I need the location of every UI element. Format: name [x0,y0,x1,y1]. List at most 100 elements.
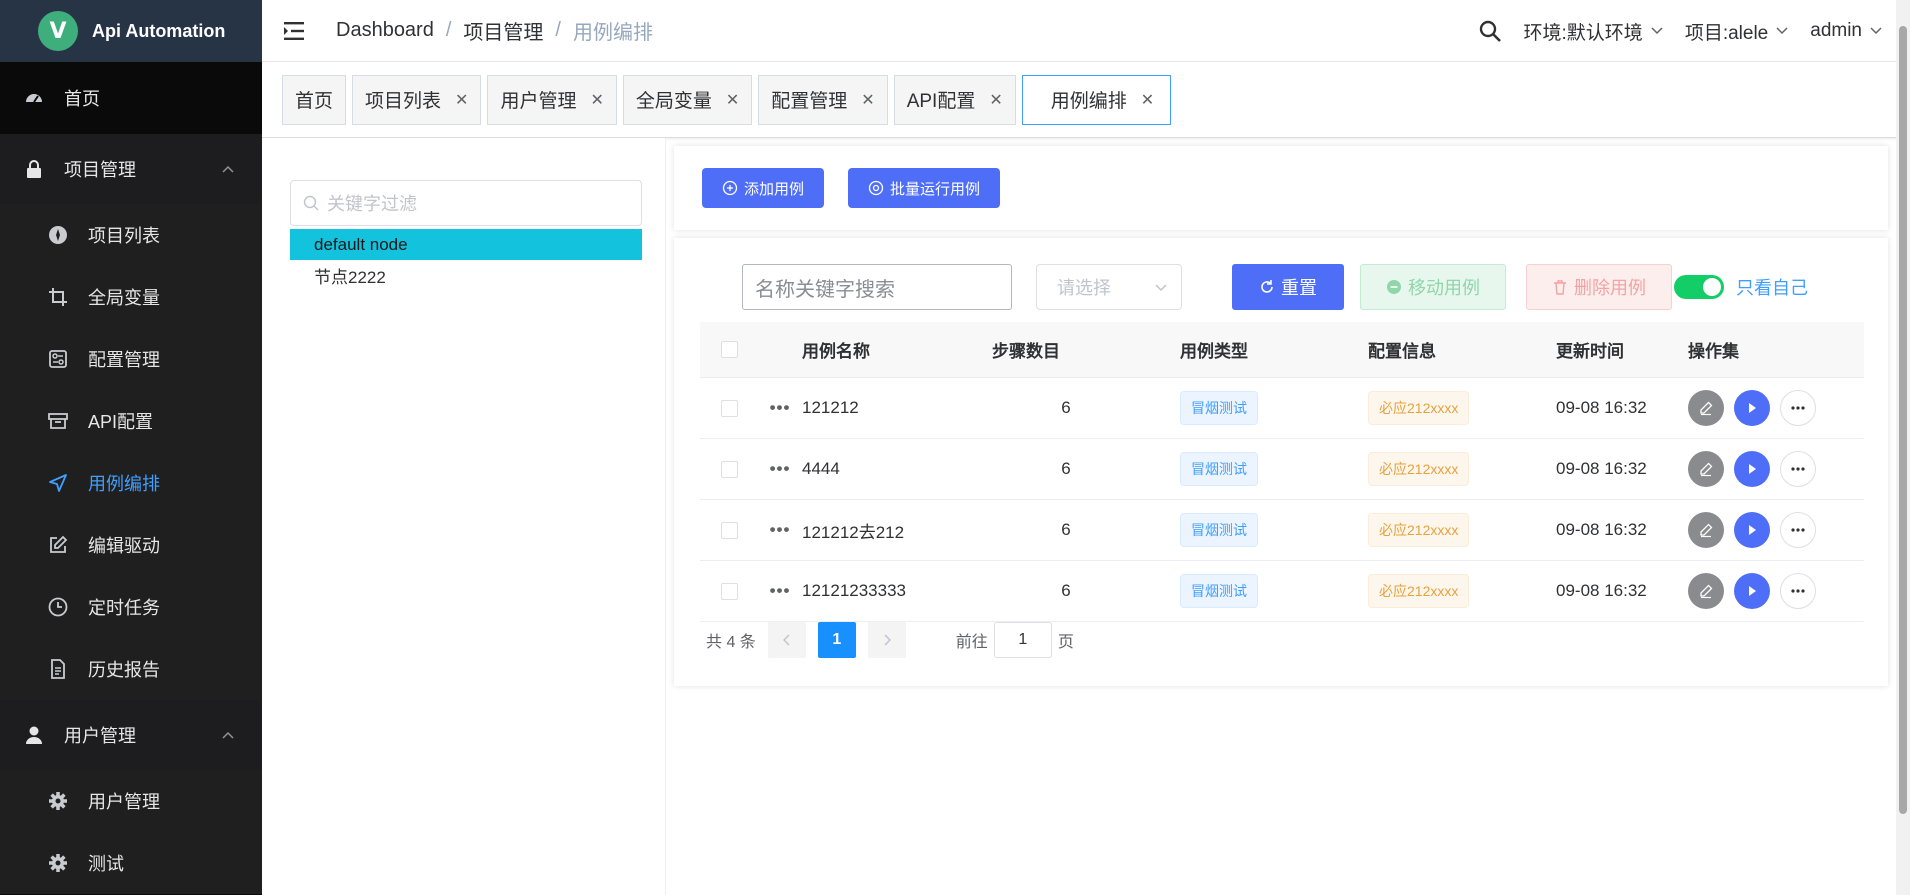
table-row: ••• 12121233333 6 冒烟测试 必应212xxxx 09-08 1… [700,561,1864,622]
row-checkbox[interactable] [720,521,738,539]
edit-button[interactable] [1688,451,1724,487]
select-all-checkbox[interactable] [720,341,738,358]
tag-home[interactable]: 首页 [282,74,347,125]
cell-ops [1688,451,1864,487]
run-button[interactable] [1734,573,1770,609]
sidebar-item-home[interactable]: 首页 [0,62,262,134]
sidebar-item-global-vars[interactable]: 全局变量 [0,266,262,328]
tree-filter-input[interactable]: 关键字过滤 [290,180,642,226]
row-checkbox[interactable] [720,460,738,478]
breadcrumb-dashboard[interactable]: Dashboard [336,19,434,42]
chevron-up-icon [222,165,234,173]
batch-run-button[interactable]: 批量运行用例 [848,168,1001,208]
page-number-current[interactable]: 1 [817,622,856,658]
run-button[interactable] [1734,390,1770,426]
chevron-left-icon [782,634,790,646]
pencil-icon [1700,401,1713,416]
user-dropdown[interactable]: admin [1810,20,1882,42]
sidebar-item-label: 首页 [64,89,100,109]
tag-user-manage[interactable]: 用户管理 ✕ [487,74,617,125]
reset-button[interactable]: 重置 [1232,264,1344,310]
more-button[interactable] [1780,573,1816,609]
prev-page-button[interactable] [767,622,806,658]
case-type-tag: 冒烟测试 [1180,452,1258,486]
only-mine-switch[interactable] [1674,275,1724,299]
logo-icon: V [38,11,78,51]
row-checkbox[interactable] [720,399,738,417]
edit-icon [48,535,68,555]
cell-steps: 6 [1061,581,1071,600]
sidebar-item-case-orchestration[interactable]: 用例编排 [0,452,262,514]
sidebar-item-api-config[interactable]: API配置 [0,390,262,452]
run-button[interactable] [1734,512,1770,548]
edit-button[interactable] [1688,390,1724,426]
type-select[interactable]: 请选择 [1036,264,1182,310]
sidebar-item-edit-driver[interactable]: 编辑驱动 [0,514,262,576]
sidebar-group-user[interactable]: 用户管理 [0,700,262,770]
name-search-input[interactable]: 名称关键字搜索 [742,264,1012,310]
more-icon [1791,528,1805,532]
hamburger-icon[interactable] [284,20,308,42]
sidebar-item-test[interactable]: 测试 [0,832,262,894]
sidebar-item-config-manage[interactable]: 配置管理 [0,328,262,390]
refresh-icon [1261,280,1273,293]
only-mine-label[interactable]: 只看自己 [1736,274,1808,300]
more-button[interactable] [1780,512,1816,548]
scrollbar-thumb[interactable] [1899,26,1907,814]
close-icon[interactable]: ✕ [1141,90,1154,110]
delete-case-button[interactable]: 删除用例 [1526,264,1672,310]
tag-project-list[interactable]: 项目列表 ✕ [352,74,482,125]
more-button[interactable] [1780,451,1816,487]
add-case-button[interactable]: 添加用例 [702,168,825,208]
config-tag: 必应212xxxx [1368,574,1470,608]
move-case-button[interactable]: 移动用例 [1360,264,1506,310]
sidebar-item-history-reports[interactable]: 历史报告 [0,638,262,700]
row-checkbox-cell [700,460,758,478]
run-button[interactable] [1734,451,1770,487]
type-select-placeholder: 请选择 [1057,278,1111,298]
more-icon [1791,589,1805,593]
table-row: ••• 121212 6 冒烟测试 必应212xxxx 09-08 16:32 [700,378,1864,439]
tag-case-orchestration[interactable]: 用例编排 ✕ [1021,74,1172,125]
search-icon[interactable] [1478,19,1502,43]
close-icon[interactable]: ✕ [590,90,603,110]
sidebar-item-scheduled-tasks[interactable]: 定时任务 [0,576,262,638]
cell-type: 冒烟测试 [1180,513,1368,547]
env-dropdown[interactable]: 环境:默认环境 [1524,18,1663,45]
tag-api-config[interactable]: API配置 ✕ [893,74,1016,125]
tag-label: 全局变量 [635,91,712,112]
clock-icon [48,597,68,617]
document-icon [48,659,68,679]
sidebar-item-project-list[interactable]: 项目列表 [0,204,262,266]
goto-prefix: 前往 [955,634,988,651]
edit-button[interactable] [1688,573,1724,609]
page-scrollbar[interactable] [1896,0,1910,895]
tag-config-manage[interactable]: 配置管理 ✕ [758,74,888,125]
tree-node-default[interactable]: default node [290,229,642,260]
row-checkbox[interactable] [720,582,738,600]
tree-panel: 关键字过滤 default node 节点2222 [262,138,666,895]
breadcrumb-separator: / [555,19,561,41]
next-page-button[interactable] [867,622,906,658]
tree-node-2222[interactable]: 节点2222 [290,260,642,291]
drag-handle-icon[interactable]: ••• [758,398,802,418]
drag-handle-icon[interactable]: ••• [758,520,802,540]
dashboard-icon [24,88,44,108]
cell-type: 冒烟测试 [1180,574,1368,608]
close-icon[interactable]: ✕ [726,90,739,110]
logo-text: Api Automation [92,20,226,41]
sidebar-group-project[interactable]: 项目管理 [0,134,262,204]
tag-global-vars[interactable]: 全局变量 ✕ [622,74,753,125]
goto-page-input[interactable]: 1 [993,622,1052,658]
breadcrumb-project-manage[interactable]: 项目管理 [463,16,543,45]
close-icon[interactable]: ✕ [455,90,468,110]
close-icon[interactable]: ✕ [989,90,1002,110]
close-icon[interactable]: ✕ [861,90,874,110]
logo-bar[interactable]: V Api Automation [0,0,262,62]
drag-handle-icon[interactable]: ••• [758,459,802,479]
project-dropdown[interactable]: 项目:alele [1685,18,1788,45]
drag-handle-icon[interactable]: ••• [758,581,802,601]
edit-button[interactable] [1688,512,1724,548]
sidebar-item-user-manage[interactable]: 用户管理 [0,770,262,832]
more-button[interactable] [1780,390,1816,426]
